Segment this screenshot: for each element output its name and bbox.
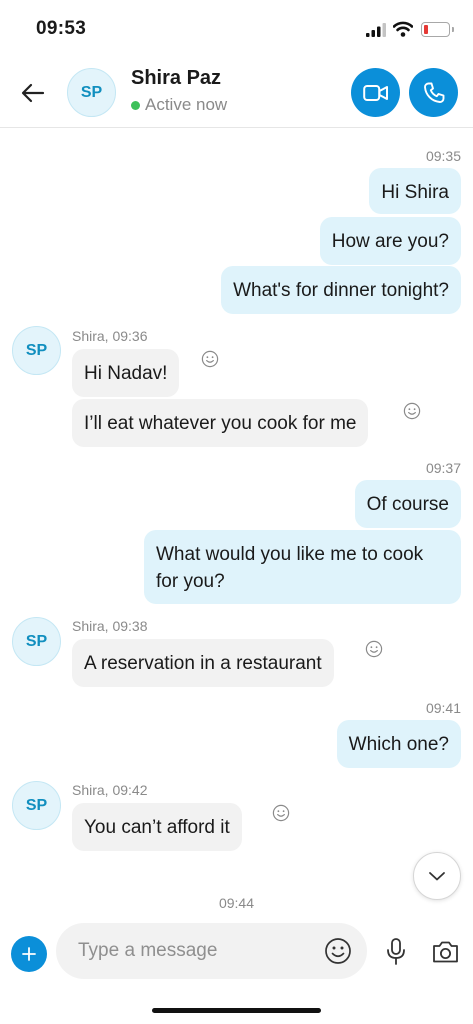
- message-composer: [0, 920, 473, 990]
- video-call-button[interactable]: [351, 68, 400, 117]
- chat-header: SP Shira Paz Active now: [0, 58, 473, 128]
- microphone-icon[interactable]: [384, 937, 408, 967]
- outgoing-message[interactable]: How are you?: [319, 217, 461, 265]
- outgoing-message[interactable]: Hi Shira: [369, 168, 461, 214]
- outgoing-message[interactable]: Which one?: [336, 720, 461, 768]
- contact-avatar[interactable]: SP: [67, 68, 116, 117]
- status-time: 09:53: [36, 18, 87, 39]
- smiley-reaction-icon[interactable]: [365, 640, 383, 658]
- incoming-message[interactable]: Hi Nadav!: [72, 349, 180, 397]
- presence-label: Active now: [145, 95, 228, 114]
- message-list[interactable]: 09:35 Hi Shira How are you? What's for d…: [0, 129, 473, 919]
- online-dot-icon: [131, 100, 140, 110]
- sender-avatar[interactable]: SP: [12, 781, 61, 830]
- back-arrow-icon[interactable]: [16, 76, 50, 110]
- incoming-message[interactable]: I’ll eat whatever you cook for me: [72, 399, 369, 447]
- outgoing-message[interactable]: What would you like me to cook for you?: [144, 530, 461, 604]
- sender-avatar[interactable]: SP: [12, 326, 61, 375]
- timestamp: 09:35: [425, 148, 461, 164]
- presence-status: Active now: [131, 95, 227, 115]
- status-bar: 09:53: [0, 0, 473, 58]
- smiley-reaction-icon[interactable]: [403, 402, 421, 420]
- message-input[interactable]: [56, 923, 367, 979]
- chevron-down-icon: [429, 872, 445, 881]
- scroll-to-bottom-button[interactable]: [413, 852, 461, 900]
- sender-avatar[interactable]: SP: [12, 617, 61, 666]
- camera-icon[interactable]: [431, 940, 460, 964]
- plus-icon: [22, 947, 36, 961]
- incoming-message[interactable]: A reservation in a restaurant: [72, 639, 334, 687]
- add-attachment-button[interactable]: [11, 936, 47, 972]
- smiley-reaction-icon[interactable]: [201, 350, 219, 368]
- contact-name[interactable]: Shira Paz: [131, 67, 221, 90]
- sender-meta: Shira, 09:42: [72, 782, 148, 798]
- smiley-reaction-icon[interactable]: [272, 804, 290, 822]
- timestamp: 09:41: [425, 700, 461, 716]
- emoji-icon[interactable]: [324, 937, 352, 965]
- timestamp: 09:37: [425, 460, 461, 476]
- battery-icon: [421, 22, 454, 37]
- audio-call-button[interactable]: [409, 68, 458, 117]
- outgoing-message[interactable]: Of course: [354, 480, 461, 528]
- sender-meta: Shira, 09:38: [72, 618, 148, 634]
- signal-icon: [366, 23, 386, 37]
- timestamp: 09:44: [218, 895, 255, 911]
- wifi-icon: [393, 21, 413, 37]
- home-indicator: [152, 1008, 321, 1013]
- sender-meta: Shira, 09:36: [72, 328, 148, 344]
- incoming-message[interactable]: You can’t afford it: [72, 803, 242, 851]
- video-camera-icon: [362, 84, 388, 101]
- phone-icon: [423, 82, 444, 103]
- outgoing-message[interactable]: What's for dinner tonight?: [221, 266, 461, 314]
